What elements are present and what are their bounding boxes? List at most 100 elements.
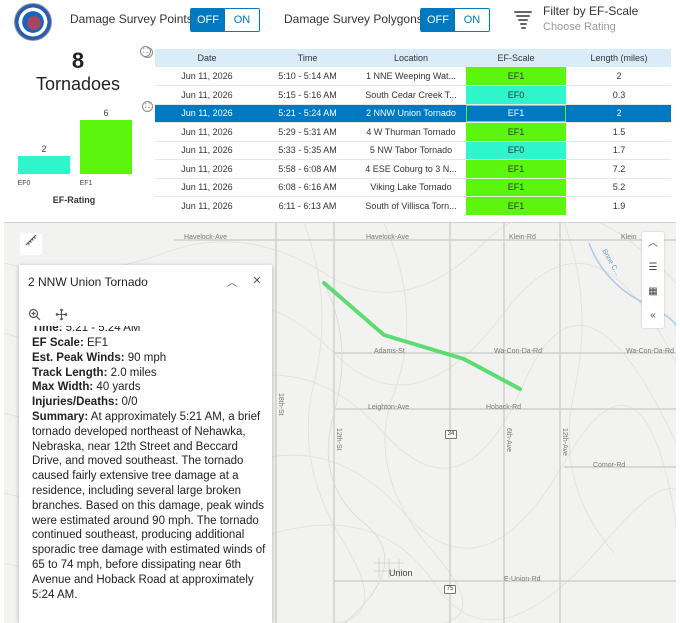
list-icon[interactable]: ☰ xyxy=(642,256,664,280)
table-row[interactable]: Jun 11, 2026 6:08 - 6:16 AM Viking Lake To… xyxy=(155,178,672,197)
tornado-count-panel: 8 Tornadoes ⛶ xyxy=(8,46,155,98)
cell-ef-scale: EF0 xyxy=(466,85,566,104)
road-label-6th-ave: 6th-Ave xyxy=(505,428,512,452)
table-row[interactable]: Jun 11, 2026 5:21 - 5:24 AM 2 NNW Union To… xyxy=(155,104,672,123)
damage-polygons-toggle[interactable]: OFF ON xyxy=(420,8,490,32)
cell-date: Jun 11, 2026 xyxy=(181,182,233,193)
cell-ef-scale: EF1 xyxy=(466,122,566,141)
popup-time-label: Time: xyxy=(32,326,63,334)
pan-icon-svg xyxy=(55,308,68,321)
damage-polygons-label: Damage Survey Polygons xyxy=(284,12,423,26)
tornado-count-value: 8 xyxy=(71,48,85,73)
ef-rating-chart-title: EF-Rating xyxy=(52,195,96,205)
table-body: Jun 11, 2026 5:10 - 5:14 AM 1 NNE Weeping … xyxy=(155,67,672,215)
table-row[interactable]: Jun 11, 2026 6:11 - 6:13 AM South of Villi… xyxy=(155,196,672,215)
feature-popup: 2 NNW Union Tornado ︿ ✕ Time: 5:21 - 5:2… xyxy=(19,265,272,623)
chevron-up-icon[interactable]: ︿ xyxy=(225,274,239,289)
cell-ef-scale: EF1 xyxy=(466,104,566,123)
expand-chart-icon[interactable]: ⛶ xyxy=(142,101,153,112)
cell-date: Jun 11, 2026 xyxy=(181,126,233,137)
cell-time: 5:15 - 5:16 AM xyxy=(278,89,337,100)
tornado-table: Date Time Location EF-Scale Length (mile… xyxy=(155,49,672,215)
cell-date: Jun 11, 2026 xyxy=(181,200,233,211)
popup-length-label: Track Length: xyxy=(32,366,108,379)
popup-winds-row: Est. Peak Winds: 90 mph xyxy=(32,351,268,366)
popup-ef-value: EF1 xyxy=(83,337,109,349)
cell-length: 0.3 xyxy=(612,89,626,100)
damage-points-on-button[interactable]: ON xyxy=(225,9,259,31)
cell-length: 5.2 xyxy=(612,182,626,193)
road-label-hoback: Hoback-Rd xyxy=(486,404,522,411)
cell-date: Jun 11, 2026 xyxy=(181,163,233,174)
cell-date: Jun 11, 2026 xyxy=(181,71,233,81)
tornado-icon-svg xyxy=(514,11,532,29)
close-icon[interactable]: ✕ xyxy=(250,274,264,287)
popup-injuries-label: Injuries/Deaths: xyxy=(32,396,119,409)
table-row[interactable]: Jun 11, 2026 5:10 - 5:14 AM 1 NNE Weeping … xyxy=(155,67,672,86)
chevron-up-icon[interactable]: ︿ xyxy=(642,232,664,256)
popup-injuries-row: Injuries/Deaths: 0/0 xyxy=(32,395,268,410)
cell-ef-scale: EF1 xyxy=(466,178,566,197)
cell-time: 5:10 - 5:14 AM xyxy=(278,71,337,81)
damage-points-label: Damage Survey Points xyxy=(70,12,193,26)
ef-bar-value-label: 2 xyxy=(41,144,46,154)
cell-date: Jun 11, 2026 xyxy=(181,89,233,100)
table-scrollbar[interactable] xyxy=(671,49,680,215)
ef-filter-select[interactable]: Choose Rating xyxy=(543,21,616,33)
cell-time: 5:21 - 5:24 AM xyxy=(278,108,337,119)
ef-rating-chart-panel: 2 EF0 6 EF1 EF-Rating ⛶ xyxy=(8,101,155,212)
popup-width-value: 40 yards xyxy=(93,381,141,394)
cell-ef-scale: EF1 xyxy=(466,196,566,215)
road-label-adams: Adams-St xyxy=(374,348,405,355)
column-header-length[interactable]: Length (miles) xyxy=(566,49,672,67)
cell-location: 1 NNE Weeping Wat... xyxy=(365,71,457,81)
double-chevron-left-icon[interactable]: « xyxy=(642,304,664,328)
road-label-leighton: Leighton-Ave xyxy=(368,404,410,411)
table-row[interactable]: Jun 11, 2026 5:15 - 5:16 AM South Cedar Cr… xyxy=(155,85,672,104)
popup-injuries-value: 0/0 xyxy=(118,396,138,409)
cell-location: 5 NW Tabor Tornado xyxy=(369,145,453,156)
popup-time-row: Time: 5:21 - 5:24 AM xyxy=(32,326,268,336)
damage-points-off-button[interactable]: OFF xyxy=(191,9,225,31)
pan-icon[interactable] xyxy=(55,308,68,324)
cell-date: Jun 11, 2026 xyxy=(181,108,233,119)
damage-polygons-off-button[interactable]: OFF xyxy=(421,9,455,31)
qr-icon[interactable]: ▦ xyxy=(642,280,664,304)
app-root: Damage Survey Points OFF ON Damage Surve… xyxy=(0,0,680,623)
column-header-date[interactable]: Date xyxy=(155,49,259,67)
cell-ef-scale: EF0 xyxy=(466,141,566,160)
popup-width-label: Max Width: xyxy=(32,381,94,394)
column-header-time[interactable]: Time xyxy=(259,49,356,67)
tornado-count-label: Tornadoes xyxy=(35,74,121,94)
tornado-table-grid: Date Time Location EF-Scale Length (mile… xyxy=(155,49,672,215)
zoom-to-icon[interactable] xyxy=(28,308,41,324)
road-label-12th-ave: 12th-Ave xyxy=(561,428,568,456)
cell-length: 1.5 xyxy=(612,126,626,137)
ef-bar-ef0[interactable] xyxy=(18,156,70,174)
cell-location: 2 NNW Union Tornado xyxy=(366,108,456,119)
damage-polygons-on-button[interactable]: ON xyxy=(455,9,489,31)
column-header-location[interactable]: Location xyxy=(356,49,466,67)
expand-table-icon[interactable]: ⛶ xyxy=(140,46,151,57)
popup-title: 2 NNW Union Tornado xyxy=(28,275,148,289)
table-row[interactable]: Jun 11, 2026 5:29 - 5:31 AM 4 W Thurman To… xyxy=(155,122,672,141)
damage-points-toggle[interactable]: OFF ON xyxy=(190,8,260,32)
table-row[interactable]: Jun 11, 2026 5:33 - 5:35 AM 5 NW Tabor Tor… xyxy=(155,141,672,160)
popup-winds-value: 90 mph xyxy=(124,351,167,364)
cell-date: Jun 11, 2026 xyxy=(181,145,233,156)
popup-summary-value: At approximately 5:21 AM, a brief tornad… xyxy=(32,410,266,601)
cell-time: 5:29 - 5:31 AM xyxy=(278,126,337,137)
table-header-row: Date Time Location EF-Scale Length (mile… xyxy=(155,49,672,67)
ruler-icon[interactable] xyxy=(20,233,42,255)
cell-length: 1.7 xyxy=(612,145,626,156)
tornado-icon[interactable] xyxy=(513,9,533,31)
highway-34-shield: 34 xyxy=(445,430,457,439)
map-tools-panel: ︿ ☰ ▦ « xyxy=(642,232,664,328)
table-row[interactable]: Jun 11, 2026 5:58 - 6:08 AM 4 ESE Coburg t… xyxy=(155,159,672,178)
town-label-union: Union xyxy=(389,568,413,578)
cell-time: 5:33 - 5:35 AM xyxy=(278,145,337,156)
road-label-18th-st: 18th-St xyxy=(277,393,284,416)
column-header-ef-scale[interactable]: EF-Scale xyxy=(466,49,566,67)
ef-rating-chart: 2 EF0 6 EF1 xyxy=(18,108,132,187)
ef-bar-ef1[interactable] xyxy=(80,120,132,174)
